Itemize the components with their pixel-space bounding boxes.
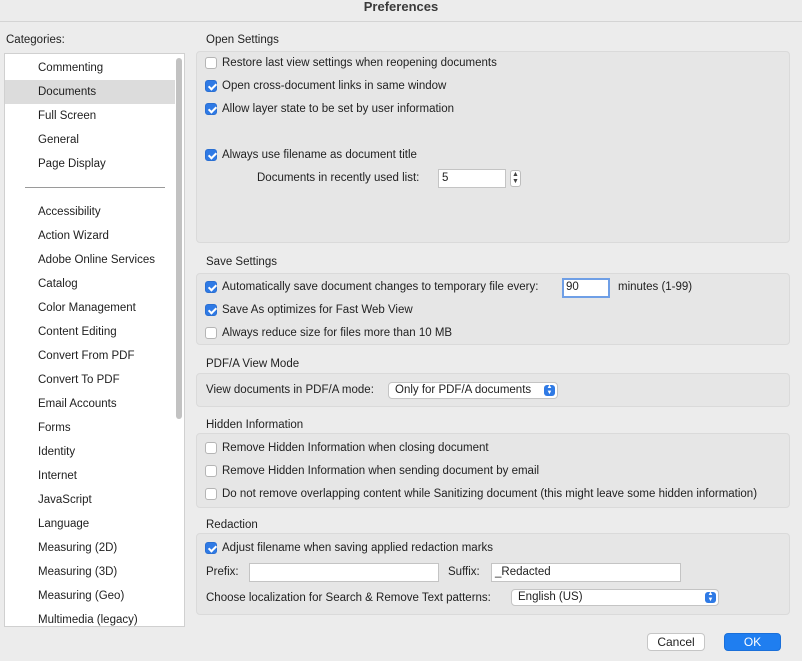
ok-button[interactable]: OK — [724, 633, 781, 651]
restore-last-view-label: Restore last view settings when reopenin… — [222, 57, 497, 69]
prefix-input[interactable] — [249, 563, 439, 582]
auto-save-row[interactable]: Automatically save document changes to t… — [205, 281, 538, 293]
auto-save-label: Automatically save document changes to t… — [222, 281, 539, 293]
adjust-filename-label: Adjust filename when saving applied reda… — [222, 542, 494, 554]
allow-layer-state-row[interactable]: Allow layer state to be set by user info… — [205, 103, 454, 115]
prefix-label: Prefix: — [206, 566, 239, 578]
category-separator — [25, 187, 165, 188]
category-content-editing[interactable]: Content Editing — [5, 320, 175, 344]
category-javascript[interactable]: JavaScript — [5, 488, 175, 512]
minutes-range-label: minutes (1-99) — [618, 281, 693, 293]
pdfa-title: PDF/A View Mode — [206, 358, 300, 370]
remove-closing-checkbox[interactable] — [205, 442, 217, 454]
recent-list-label: Documents in recently used list: — [257, 172, 420, 184]
remove-email-label: Remove Hidden Information when sending d… — [222, 465, 540, 477]
pdfa-mode-value: Only for PDF/A documents — [395, 384, 532, 396]
recent-list-input[interactable]: 5 — [438, 169, 506, 188]
remove-email-checkbox[interactable] — [205, 465, 217, 477]
categories-label: Categories: — [6, 34, 65, 46]
suffix-label: Suffix: — [448, 566, 480, 578]
category-general[interactable]: General — [5, 128, 175, 152]
window-title: Preferences — [0, 0, 802, 22]
cancel-button[interactable]: Cancel — [647, 633, 705, 651]
adjust-filename-row[interactable]: Adjust filename when saving applied reda… — [205, 542, 493, 554]
suffix-input[interactable]: _Redacted — [491, 563, 681, 582]
filename-as-title-row[interactable]: Always use filename as document title — [205, 149, 417, 161]
remove-closing-row[interactable]: Remove Hidden Information when closing d… — [205, 442, 489, 454]
category-page-display[interactable]: Page Display — [5, 152, 175, 176]
restore-last-view-row[interactable]: Restore last view settings when reopenin… — [205, 57, 497, 69]
category-full-screen[interactable]: Full Screen — [5, 104, 175, 128]
allow-layer-state-label: Allow layer state to be set by user info… — [222, 103, 455, 115]
category-email-accounts[interactable]: Email Accounts — [5, 392, 175, 416]
open-cross-doc-links-label: Open cross-document links in same window — [222, 80, 447, 92]
remove-closing-label: Remove Hidden Information when closing d… — [222, 442, 489, 454]
category-convert-from-pdf[interactable]: Convert From PDF — [5, 344, 175, 368]
localization-select[interactable]: English (US) ▲ ▼ — [511, 589, 719, 606]
categories-scrollbar[interactable] — [176, 58, 182, 419]
category-commenting[interactable]: Commenting — [5, 56, 175, 80]
category-measuring-2d[interactable]: Measuring (2D) — [5, 536, 175, 560]
category-catalog[interactable]: Catalog — [5, 272, 175, 296]
category-internet[interactable]: Internet — [5, 464, 175, 488]
hidden-info-title: Hidden Information — [206, 419, 304, 431]
categories-list[interactable]: Commenting Documents Full Screen General… — [4, 53, 185, 627]
select-arrows-icon: ▲ ▼ — [705, 591, 716, 603]
fast-web-view-label: Save As optimizes for Fast Web View — [222, 304, 413, 316]
restore-last-view-checkbox[interactable] — [205, 57, 217, 69]
pdfa-mode-select[interactable]: Only for PDF/A documents ▲ ▼ — [388, 382, 558, 399]
recent-list-stepper[interactable]: ▲ ▼ — [510, 170, 521, 187]
pdfa-label: View documents in PDF/A mode: — [206, 384, 374, 396]
category-language[interactable]: Language — [5, 512, 175, 536]
allow-layer-state-checkbox[interactable] — [205, 103, 217, 115]
filename-as-title-label: Always use filename as document title — [222, 149, 417, 161]
localization-label: Choose localization for Search & Remove … — [206, 592, 491, 604]
open-cross-doc-links-row[interactable]: Open cross-document links in same window — [205, 80, 446, 92]
remove-email-row[interactable]: Remove Hidden Information when sending d… — [205, 465, 539, 477]
no-remove-overlap-row[interactable]: Do not remove overlapping content while … — [205, 488, 757, 500]
category-adobe-online-services[interactable]: Adobe Online Services — [5, 248, 175, 272]
open-cross-doc-links-checkbox[interactable] — [205, 80, 217, 92]
fast-web-view-checkbox[interactable] — [205, 304, 217, 316]
fast-web-view-row[interactable]: Save As optimizes for Fast Web View — [205, 304, 413, 316]
category-forms[interactable]: Forms — [5, 416, 175, 440]
filename-as-title-checkbox[interactable] — [205, 149, 217, 161]
no-remove-overlap-label: Do not remove overlapping content while … — [222, 488, 758, 500]
select-arrows-icon: ▲ ▼ — [544, 384, 555, 396]
open-settings-title: Open Settings — [206, 34, 279, 46]
category-convert-to-pdf[interactable]: Convert To PDF — [5, 368, 175, 392]
category-documents[interactable]: Documents — [5, 80, 175, 104]
no-remove-overlap-checkbox[interactable] — [205, 488, 217, 500]
category-action-wizard[interactable]: Action Wizard — [5, 224, 175, 248]
category-color-management[interactable]: Color Management — [5, 296, 175, 320]
category-multimedia-legacy[interactable]: Multimedia (legacy) — [5, 608, 175, 626]
localization-value: English (US) — [518, 591, 583, 603]
save-settings-title: Save Settings — [206, 256, 277, 268]
auto-save-checkbox[interactable] — [205, 281, 217, 293]
auto-save-minutes-input[interactable]: 90 — [562, 278, 610, 298]
reduce-size-checkbox[interactable] — [205, 327, 217, 339]
reduce-size-row[interactable]: Always reduce size for files more than 1… — [205, 327, 452, 339]
category-accessibility[interactable]: Accessibility — [5, 200, 175, 224]
category-measuring-geo[interactable]: Measuring (Geo) — [5, 584, 175, 608]
adjust-filename-checkbox[interactable] — [205, 542, 217, 554]
category-measuring-3d[interactable]: Measuring (3D) — [5, 560, 175, 584]
redaction-title: Redaction — [206, 519, 258, 531]
reduce-size-label: Always reduce size for files more than 1… — [222, 327, 453, 339]
category-identity[interactable]: Identity — [5, 440, 175, 464]
